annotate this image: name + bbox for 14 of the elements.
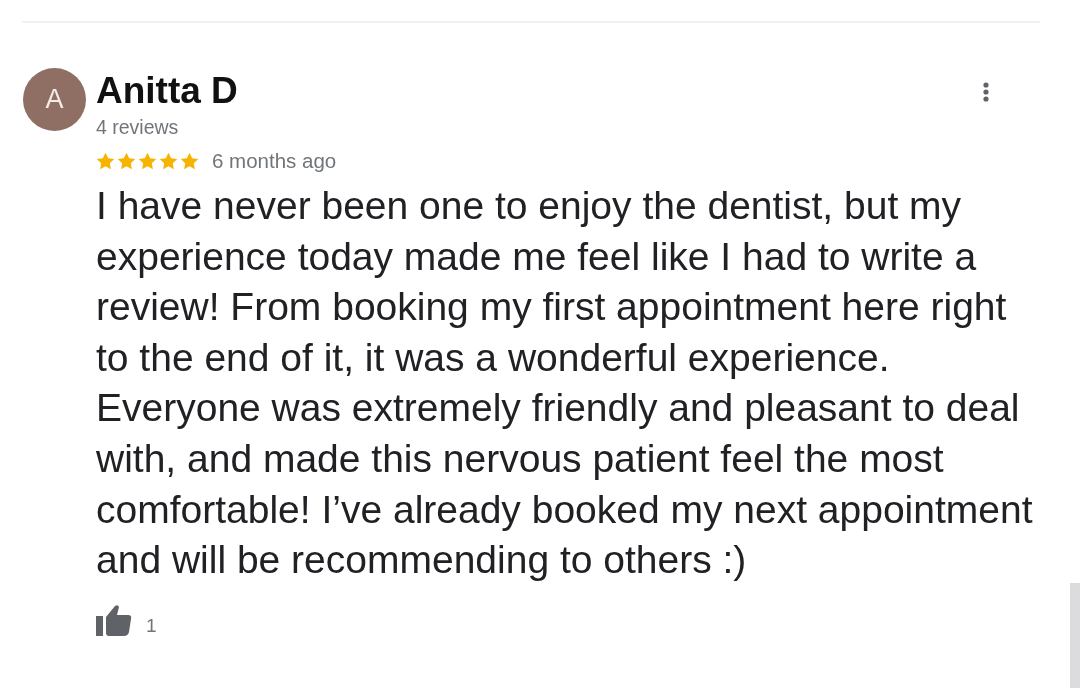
avatar[interactable]: A xyxy=(23,68,86,131)
thumbs-up-icon xyxy=(96,603,132,636)
star-icon xyxy=(117,152,136,170)
star-icon xyxy=(159,152,178,170)
review-time: 6 months ago xyxy=(212,149,337,173)
author-name[interactable]: Anitta D xyxy=(96,69,238,113)
review-count: 4 reviews xyxy=(96,115,179,139)
review-text: I have never been one to enjoy the dentist, but my experience today made me feel like I had to write a review! From booking my first appointment here right to the end of it, it was a wonderful experience. Everyone was extremely friendly and pleasant to deal with, and made this nervous patient feel the most comfortable! I’ve already booked my next appointment and will be recommending to others :) xyxy=(96,183,1034,584)
star-icon xyxy=(96,152,115,170)
star-icon xyxy=(180,152,199,170)
like-button[interactable]: 1 xyxy=(96,603,157,636)
scrollbar-thumb[interactable] xyxy=(1070,583,1080,688)
star-icon xyxy=(138,152,157,170)
more-icon xyxy=(983,82,989,102)
